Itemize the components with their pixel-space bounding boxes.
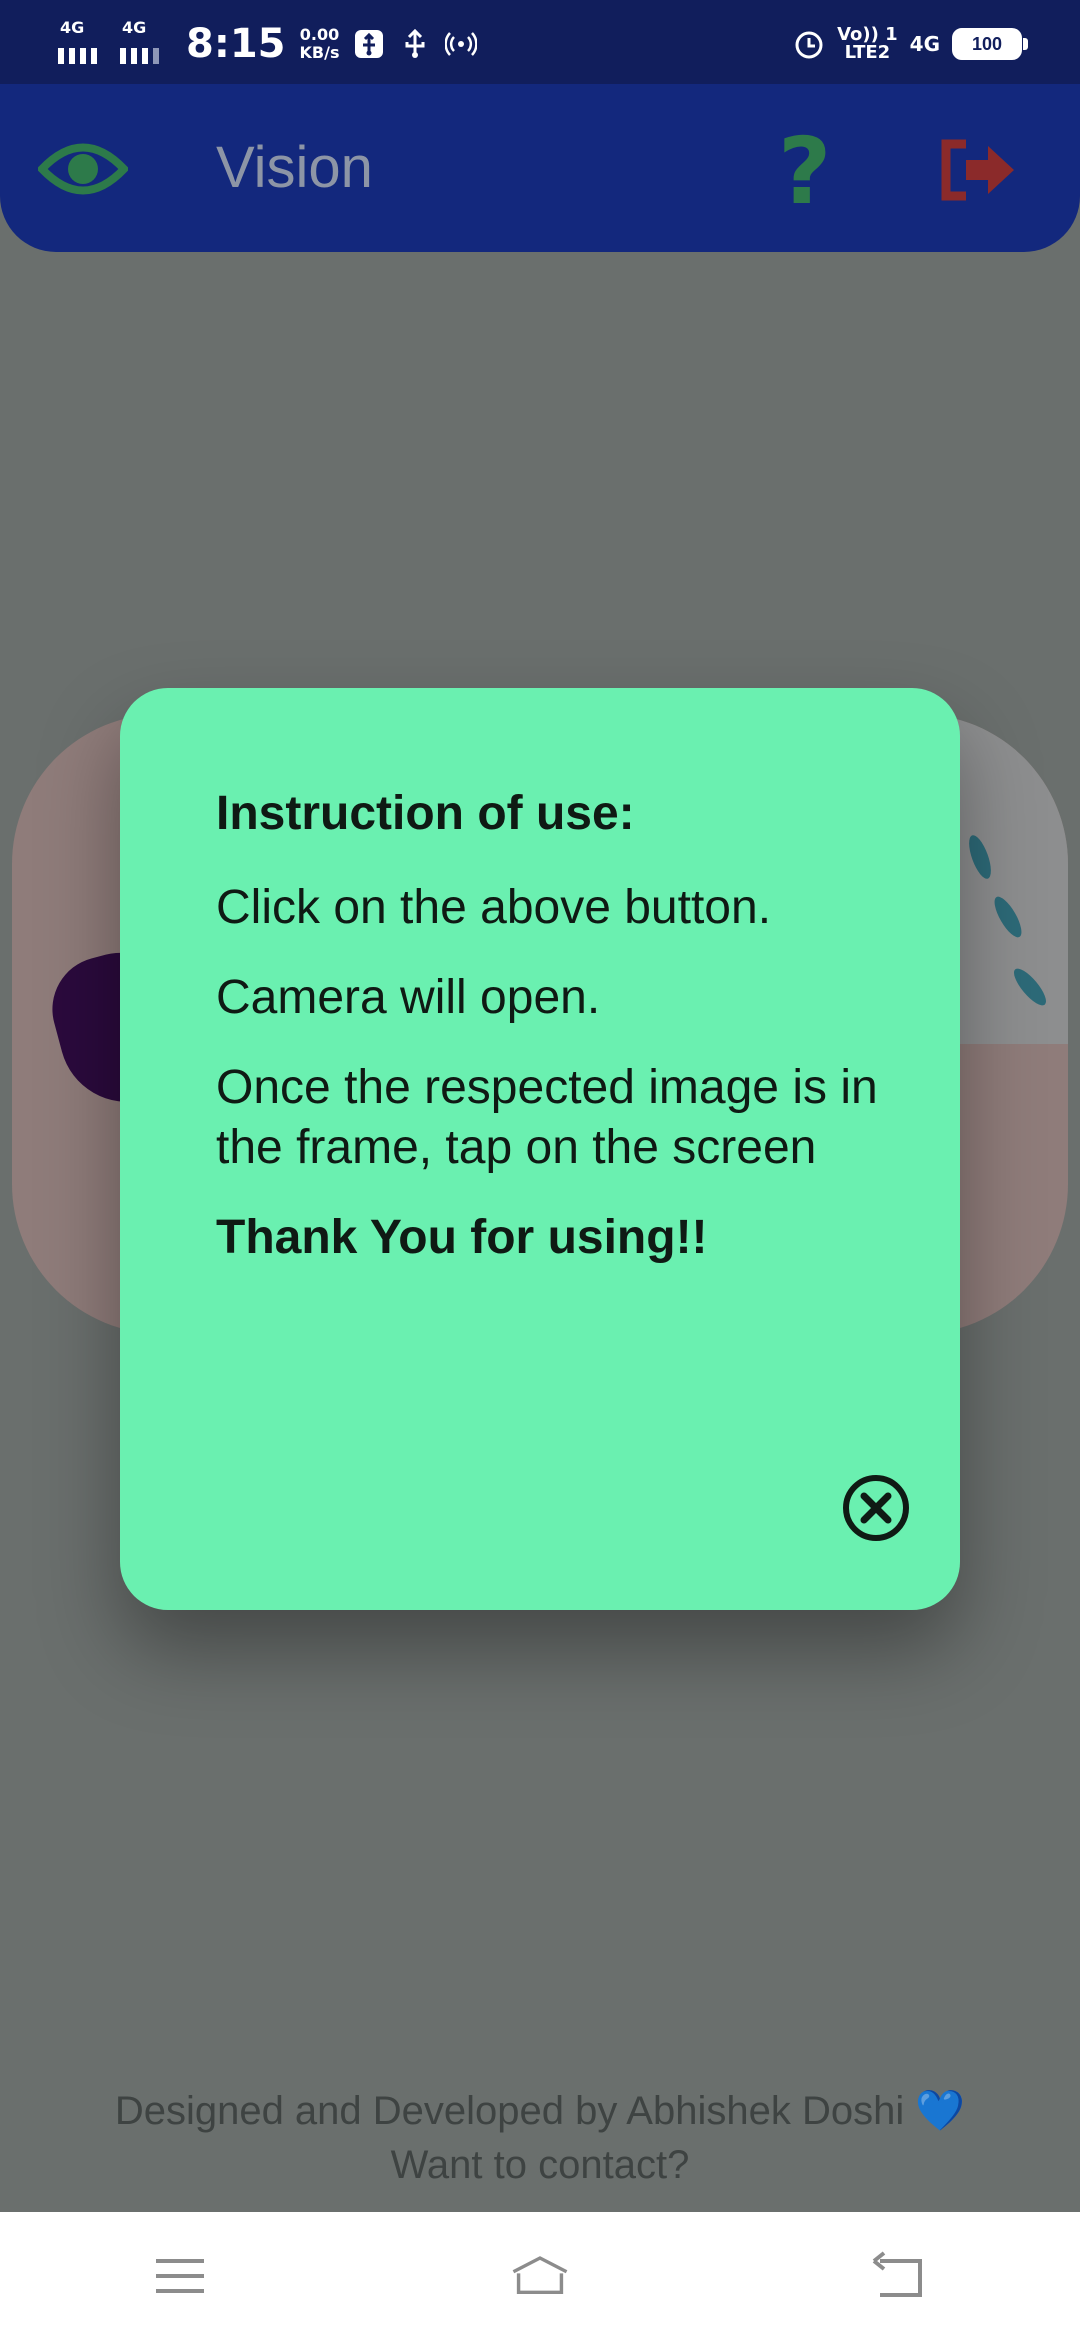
usb-icon — [405, 28, 425, 58]
volte-indicator: Vo)) 1 LTE2 — [837, 24, 898, 63]
credit-line: Designed and Developed by Abhishek Doshi… — [0, 2084, 1080, 2138]
clock: 8:15 — [186, 21, 286, 67]
navigation-bar — [0, 2212, 1080, 2340]
close-circle-icon[interactable] — [840, 1472, 912, 1544]
instruction-line: Once the respected image is in the frame… — [216, 1061, 878, 1174]
app-bar: Vision ? — [0, 84, 1080, 252]
app-title: Vision — [216, 135, 373, 200]
contact-link[interactable]: Want to contact? — [0, 2138, 1080, 2192]
battery-icon: 100 — [952, 28, 1028, 60]
footer: Designed and Developed by Abhishek Doshi… — [0, 2084, 1080, 2192]
logout-icon[interactable] — [938, 138, 1018, 202]
instruction-dialog: Instruction of use: Click on the above b… — [120, 688, 960, 1610]
dialog-content: Instruction of use: Click on the above b… — [216, 784, 906, 1268]
network-type-right: 4G — [909, 32, 940, 56]
alarm-icon — [795, 31, 823, 59]
status-right: Vo)) 1 LTE2 4G 100 — [793, 14, 1028, 74]
status-left: 4G 4G 8:15 0.00 KB/s — [58, 14, 478, 74]
signal-strength-icon: 4G — [58, 18, 106, 66]
help-icon[interactable]: ? — [778, 126, 831, 218]
signal-strength-icon: 4G — [120, 18, 168, 66]
speed-value: 0.00 — [299, 25, 340, 44]
usb-debug-icon — [355, 30, 384, 58]
heart-icon: 💙 — [915, 2089, 966, 2133]
speed-unit: KB/s — [299, 43, 340, 62]
eye-icon[interactable] — [38, 134, 128, 204]
network-type-1: 4G — [60, 18, 85, 37]
instruction-line: Click on the above button. — [216, 881, 772, 934]
battery-level: 100 — [971, 33, 1003, 54]
network-type-2: 4G — [122, 18, 147, 37]
dialog-closing: Thank You for using!! — [216, 1211, 708, 1264]
network-speed: 0.00 KB/s — [300, 26, 340, 62]
hotspot-icon — [445, 32, 478, 56]
home-icon[interactable] — [510, 2251, 570, 2301]
status-bar: 4G 4G 8:15 0.00 KB/s Vo)) 1 LTE2 4G 100 — [0, 0, 1080, 84]
instruction-line: Camera will open. — [216, 971, 601, 1024]
dialog-heading: Instruction of use: — [216, 787, 635, 840]
back-icon[interactable] — [870, 2251, 930, 2301]
credit-text: Designed and Developed by Abhishek Doshi — [114, 2089, 905, 2133]
menu-icon[interactable] — [150, 2251, 210, 2301]
